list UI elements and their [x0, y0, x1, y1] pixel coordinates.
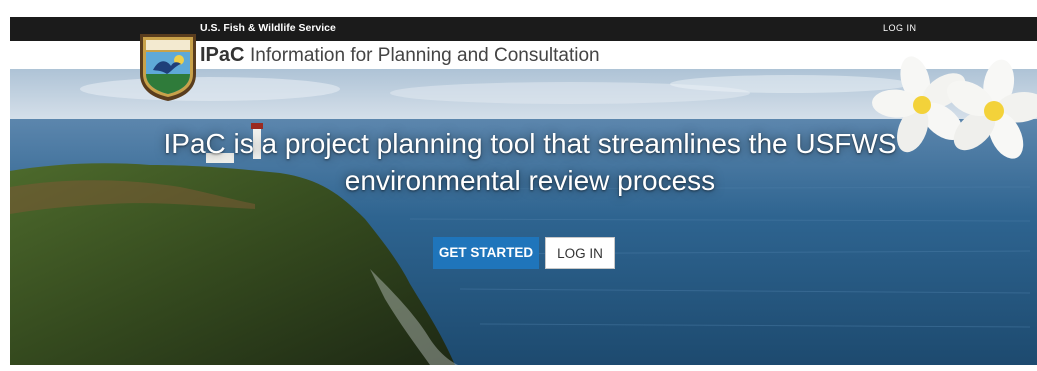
get-started-button[interactable]: GET STARTED: [433, 237, 539, 269]
app-name[interactable]: IPaC: [200, 44, 244, 67]
hero-headline-line2: environmental review process: [344, 165, 716, 196]
usfws-logo-icon[interactable]: [137, 30, 199, 102]
hero-headline-line1: IPaC is a project planning tool that str…: [163, 128, 897, 159]
header-login-link[interactable]: LOG IN: [883, 23, 917, 33]
hero-headline: IPaC is a project planning tool that str…: [120, 125, 940, 199]
hero-login-button[interactable]: LOG IN: [545, 237, 615, 269]
agency-name: U.S. Fish & Wildlife Service: [200, 22, 336, 34]
page-frame: U.S. Fish & Wildlife Service LOG IN IPaC…: [10, 17, 1037, 365]
app-description: Information for Planning and Consultatio…: [250, 45, 600, 66]
plumeria-flowers-icon: [872, 56, 1037, 159]
